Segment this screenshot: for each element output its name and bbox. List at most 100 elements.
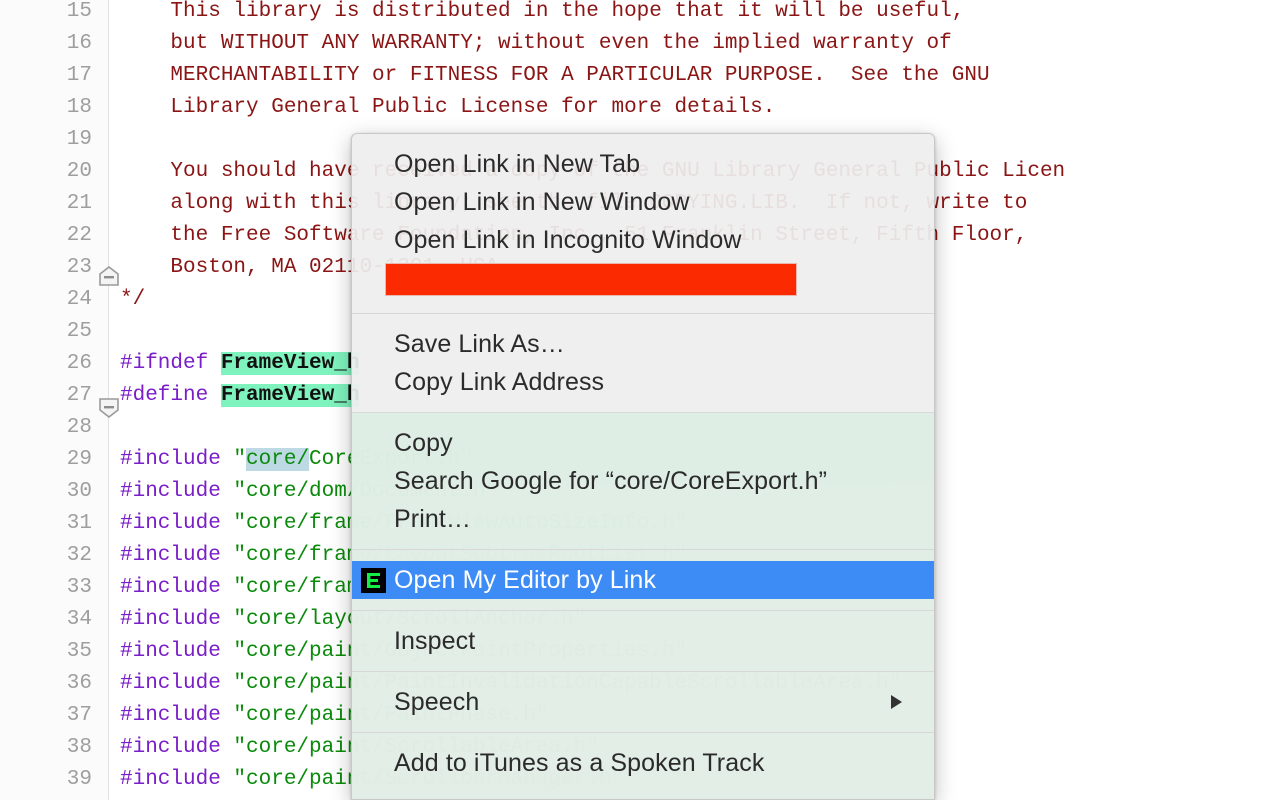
link-actions-section: Save Link As… Copy Link Address [352,325,934,412]
code-token-comment: This library is distributed in the hope … [120,0,964,23]
menu-item-save-link-as[interactable]: Save Link As… [352,325,934,363]
menu-item-inspect[interactable]: Inspect [352,622,934,660]
line-text[interactable]: #ifndef FrameView_h [120,348,359,380]
code-token-comment: but WITHOUT ANY WARRANTY; without even t… [120,32,952,55]
itunes-section: Add to iTunes as a Spoken Track [352,744,934,793]
line-number: 24 [0,284,92,316]
line-text[interactable]: */ [120,284,145,316]
devtools-section: Inspect [352,622,934,671]
line-number: 22 [0,220,92,252]
menu-item-search-google-for[interactable]: Search Google for “core/CoreExport.h” [352,462,934,500]
line-number: 20 [0,156,92,188]
code-token-comment: Library General Public License for more … [120,96,775,119]
menu-item-label: Inspect [394,629,475,654]
menu-item-label: Open My Editor by Link [394,568,656,593]
code-token-macro: FrameView_h [221,352,360,375]
code-token-macro: FrameView_h [221,384,360,407]
menu-separator [352,412,934,413]
code-token-pre: #include [120,448,233,471]
line-text[interactable]: #define FrameView_h [120,380,359,412]
menu-item-label: Open Link in New Tab [394,152,640,177]
section-padding [352,401,934,412]
code-line[interactable]: 16 but WITHOUT ANY WARRANTY; without eve… [0,28,1280,60]
browser-link-context-menu[interactable]: Open Link in New Tab Open Link in New Win… [351,133,935,800]
code-token-pre: #include [120,608,233,631]
line-text[interactable]: Library General Public License for more … [120,92,775,124]
menu-item-copy[interactable]: Copy [352,424,934,462]
editor-e-icon [361,568,386,593]
line-text[interactable]: MERCHANTABILITY or FITNESS FOR A PARTICU… [120,60,990,92]
line-number: 27 [0,380,92,412]
menu-separator [352,671,934,672]
line-number: 39 [0,764,92,796]
menu-item-open-link-in-incognito-window[interactable]: Open Link in Incognito Window [352,221,934,259]
line-number: 21 [0,188,92,220]
chevron-right-icon [891,695,902,709]
code-token-pre: #include [120,704,233,727]
section-padding [352,538,934,549]
code-token-pre: #define [120,384,221,407]
line-number: 33 [0,572,92,604]
code-line[interactable]: 15 This library is distributed in the ho… [0,0,1280,28]
screen: 15 This library is distributed in the ho… [0,0,1280,800]
line-number: 16 [0,28,92,60]
menu-separator [352,732,934,733]
line-number: 34 [0,604,92,636]
code-token-pre: #include [120,544,233,567]
menu-item-label: Save Link As… [394,332,565,357]
speech-section: Speech [352,683,934,732]
open-link-section: Open Link in New Tab Open Link in New Win… [352,145,934,313]
menu-item-label: Copy Link Address [394,370,604,395]
line-number: 25 [0,316,92,348]
menu-item-label: Open Link in Incognito Window [394,228,742,253]
menu-item-open-link-in-new-tab[interactable]: Open Link in New Tab [352,145,934,183]
menu-item-label: Open Link in New Window [394,190,690,215]
menu-separator [352,549,934,550]
code-token-str: " [233,448,246,471]
section-padding [352,721,934,732]
fold-marker-expand[interactable] [98,398,120,418]
menu-item-label: Copy [394,431,453,456]
code-token-pre: #include [120,768,233,791]
menu-separator [352,610,934,611]
menu-item-print[interactable]: Print… [352,500,934,538]
line-number: 15 [0,0,92,28]
line-number: 35 [0,636,92,668]
fold-marker-collapse[interactable] [98,266,120,286]
line-number: 37 [0,700,92,732]
code-line[interactable]: 17 MERCHANTABILITY or FITNESS FOR A PART… [0,60,1280,92]
line-number: 18 [0,92,92,124]
menu-item-add-to-itunes-as-spoken-track[interactable]: Add to iTunes as a Spoken Track [352,744,934,782]
section-padding [352,782,934,793]
code-token-comment: MERCHANTABILITY or FITNESS FOR A PARTICU… [120,64,990,87]
code-token-pre: #include [120,480,233,503]
line-number: 36 [0,668,92,700]
menu-item-copy-link-address[interactable]: Copy Link Address [352,363,934,401]
code-token-pre: #include [120,640,233,663]
section-padding [352,660,934,671]
code-token-comment: */ [120,288,145,311]
menu-item-label: Print… [394,507,471,532]
line-number: 17 [0,60,92,92]
line-text[interactable]: This library is distributed in the hope … [120,0,964,28]
code-token-pre: #include [120,736,233,759]
menu-item-open-my-editor-by-link[interactable]: Open My Editor by Link [352,561,934,599]
code-token-pre: #ifndef [120,352,221,375]
line-number: 19 [0,124,92,156]
code-token-pre: #include [120,512,233,535]
line-number: 38 [0,732,92,764]
redacted-menu-item[interactable] [385,263,797,296]
menu-item-open-link-in-new-window[interactable]: Open Link in New Window [352,183,934,221]
line-number: 28 [0,412,92,444]
code-token-pre: #include [120,576,233,599]
section-padding [352,302,934,313]
line-text[interactable]: but WITHOUT ANY WARRANTY; without even t… [120,28,952,60]
code-line[interactable]: 18 Library General Public License for mo… [0,92,1280,124]
clipboard-section: Copy Search Google for “core/CoreExport.h… [352,424,934,549]
code-token-sel: core/ [246,448,309,471]
line-number: 32 [0,540,92,572]
context-menu-body[interactable]: Open Link in New Tab Open Link in New Win… [352,145,934,793]
menu-separator [352,313,934,314]
code-token-pre: #include [120,672,233,695]
menu-item-speech[interactable]: Speech [352,683,934,721]
